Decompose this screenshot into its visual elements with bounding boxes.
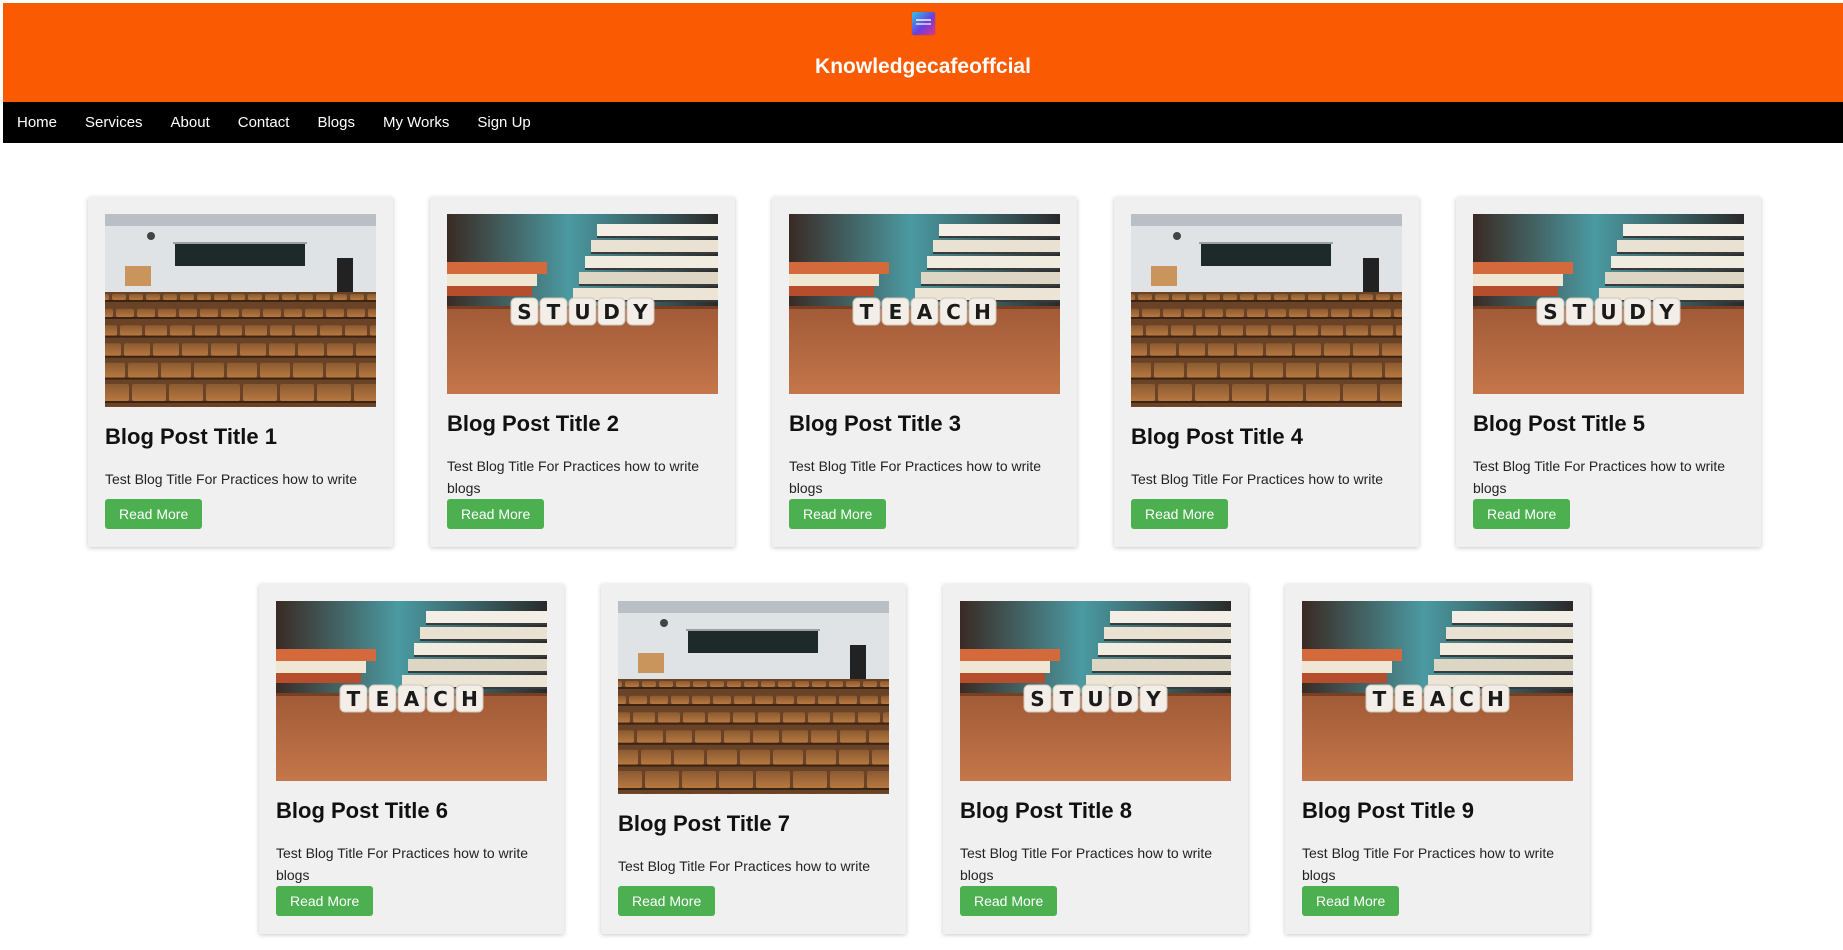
blog-card-title[interactable]: Blog Post Title 5: [1473, 410, 1645, 438]
blog-card-excerpt: Test Blog Title For Practices how to wri…: [276, 845, 529, 883]
read-more-button[interactable]: Read More: [1473, 499, 1571, 529]
blog-card-image[interactable]: [618, 601, 889, 794]
svg-text:T: T: [1573, 300, 1587, 324]
svg-text:Y: Y: [1658, 300, 1674, 324]
site-title[interactable]: Knowledgecafeoffcial: [3, 53, 1843, 81]
lecture-hall-image: [105, 214, 376, 407]
nav-home[interactable]: Home: [3, 102, 71, 143]
blog-card-excerpt: Test Blog Title For Practices how to wri…: [447, 458, 700, 496]
blog-card-excerpt: Test Blog Title For Practices how to wri…: [618, 858, 871, 874]
read-more-button[interactable]: Read More: [960, 886, 1058, 916]
lecture-hall-image: [1131, 214, 1402, 407]
svg-text:U: U: [574, 300, 590, 324]
blog-card-title[interactable]: Blog Post Title 7: [618, 810, 790, 838]
read-more-button[interactable]: Read More: [1302, 886, 1400, 916]
svg-text:D: D: [603, 300, 620, 324]
svg-text:H: H: [461, 687, 478, 711]
svg-text:U: U: [1600, 300, 1616, 324]
teach-dice-image: TEACH: [276, 601, 547, 781]
blog-card-image[interactable]: [105, 214, 376, 407]
svg-text:S: S: [517, 300, 531, 324]
read-more-button[interactable]: Read More: [105, 499, 203, 529]
lecture-hall-image: [618, 601, 889, 794]
read-more-button[interactable]: Read More: [447, 499, 545, 529]
blog-card: T E A C H Blog Post Title 9 Test Blog Title Fo…: [1285, 584, 1590, 934]
svg-text:T: T: [1373, 687, 1387, 711]
svg-text:C: C: [433, 687, 448, 711]
blog-card-excerpt: Test Blog Title For Practices how to wri…: [960, 845, 1213, 883]
svg-text:A: A: [917, 300, 933, 324]
study-dice-image: STUDY: [447, 214, 718, 394]
nav-my-works[interactable]: My Works: [369, 102, 463, 143]
svg-text:C: C: [946, 300, 961, 324]
teach-dice-image: TEACH: [1302, 601, 1573, 781]
svg-text:Y: Y: [1145, 687, 1161, 711]
blog-card: S T U D Y Blog Post Title 2 Test Blog Title Fo…: [430, 197, 735, 547]
svg-text:T: T: [547, 300, 561, 324]
blog-card-image[interactable]: TEACH: [1302, 601, 1573, 781]
svg-text:A: A: [1430, 687, 1446, 711]
svg-text:C: C: [1459, 687, 1474, 711]
svg-text:T: T: [860, 300, 874, 324]
blog-card-excerpt: Test Blog Title For Practices how to wri…: [1131, 471, 1384, 487]
site-header: Knowledgecafeoffcial: [3, 3, 1843, 102]
teach-dice-image: TEACH: [789, 214, 1060, 394]
blog-card: S T U D Y Blog Post Title 5 Test Blog Title Fo…: [1456, 197, 1761, 547]
blog-card-title[interactable]: Blog Post Title 9: [1302, 797, 1474, 825]
brand-logo-icon[interactable]: [912, 12, 935, 35]
blog-card-title[interactable]: Blog Post Title 2: [447, 410, 619, 438]
blog-card-image[interactable]: [1131, 214, 1402, 407]
blog-card-title[interactable]: Blog Post Title 3: [789, 410, 961, 438]
blog-card-excerpt: Test Blog Title For Practices how to wri…: [105, 471, 358, 487]
blog-card-excerpt: Test Blog Title For Practices how to wri…: [1302, 845, 1555, 883]
blog-card-image[interactable]: STUDY: [960, 601, 1231, 781]
nav-blogs[interactable]: Blogs: [303, 102, 369, 143]
blog-card-image[interactable]: STUDY: [447, 214, 718, 394]
blog-card: T E A C H Blog Post Title 3 Test Blog Title Fo…: [772, 197, 1077, 547]
blog-card-excerpt: Test Blog Title For Practices how to wri…: [789, 458, 1042, 496]
read-more-button[interactable]: Read More: [1131, 499, 1229, 529]
blog-card: S T U D Y Blog Post Title 8 Test Blog Title Fo…: [943, 584, 1248, 934]
svg-text:H: H: [974, 300, 991, 324]
svg-text:Y: Y: [632, 300, 648, 324]
blog-card-excerpt: Test Blog Title For Practices how to wri…: [1473, 458, 1726, 496]
nav-sign-up[interactable]: Sign Up: [463, 102, 544, 143]
blog-card-image[interactable]: STUDY: [1473, 214, 1744, 394]
blog-card-title[interactable]: Blog Post Title 4: [1131, 423, 1303, 451]
svg-text:S: S: [1030, 687, 1044, 711]
blog-card-image[interactable]: TEACH: [276, 601, 547, 781]
study-dice-image: STUDY: [1473, 214, 1744, 394]
read-more-button[interactable]: Read More: [789, 499, 887, 529]
svg-text:T: T: [347, 687, 361, 711]
study-dice-image: STUDY: [960, 601, 1231, 781]
page: Knowledgecafeoffcial Home Services About…: [3, 3, 1843, 143]
svg-text:D: D: [1116, 687, 1133, 711]
blog-card-title[interactable]: Blog Post Title 6: [276, 797, 448, 825]
svg-text:E: E: [889, 300, 903, 324]
svg-text:H: H: [1487, 687, 1504, 711]
svg-text:E: E: [1402, 687, 1416, 711]
svg-text:E: E: [376, 687, 390, 711]
blog-card-title[interactable]: Blog Post Title 8: [960, 797, 1132, 825]
blog-card: T E A C H Blog Post Title 6 Test Blog Title Fo…: [259, 584, 564, 934]
read-more-button[interactable]: Read More: [276, 886, 374, 916]
nav-about[interactable]: About: [157, 102, 224, 143]
svg-text:D: D: [1629, 300, 1646, 324]
blog-card-image[interactable]: TEACH: [789, 214, 1060, 394]
blog-card-title[interactable]: Blog Post Title 1: [105, 423, 277, 451]
blog-card: Blog Post Title 1 Test Blog Title For Pra…: [88, 197, 393, 547]
svg-text:T: T: [1060, 687, 1074, 711]
blog-card: Blog Post Title 4 Test Blog Title For Pra…: [1114, 197, 1419, 547]
blog-card: Blog Post Title 7 Test Blog Title For Pra…: [601, 584, 906, 934]
svg-text:A: A: [404, 687, 420, 711]
svg-text:S: S: [1543, 300, 1557, 324]
nav-contact[interactable]: Contact: [224, 102, 304, 143]
main-nav: Home Services About Contact Blogs My Wor…: [3, 102, 1843, 143]
nav-services[interactable]: Services: [71, 102, 157, 143]
svg-text:U: U: [1087, 687, 1103, 711]
read-more-button[interactable]: Read More: [618, 886, 716, 916]
